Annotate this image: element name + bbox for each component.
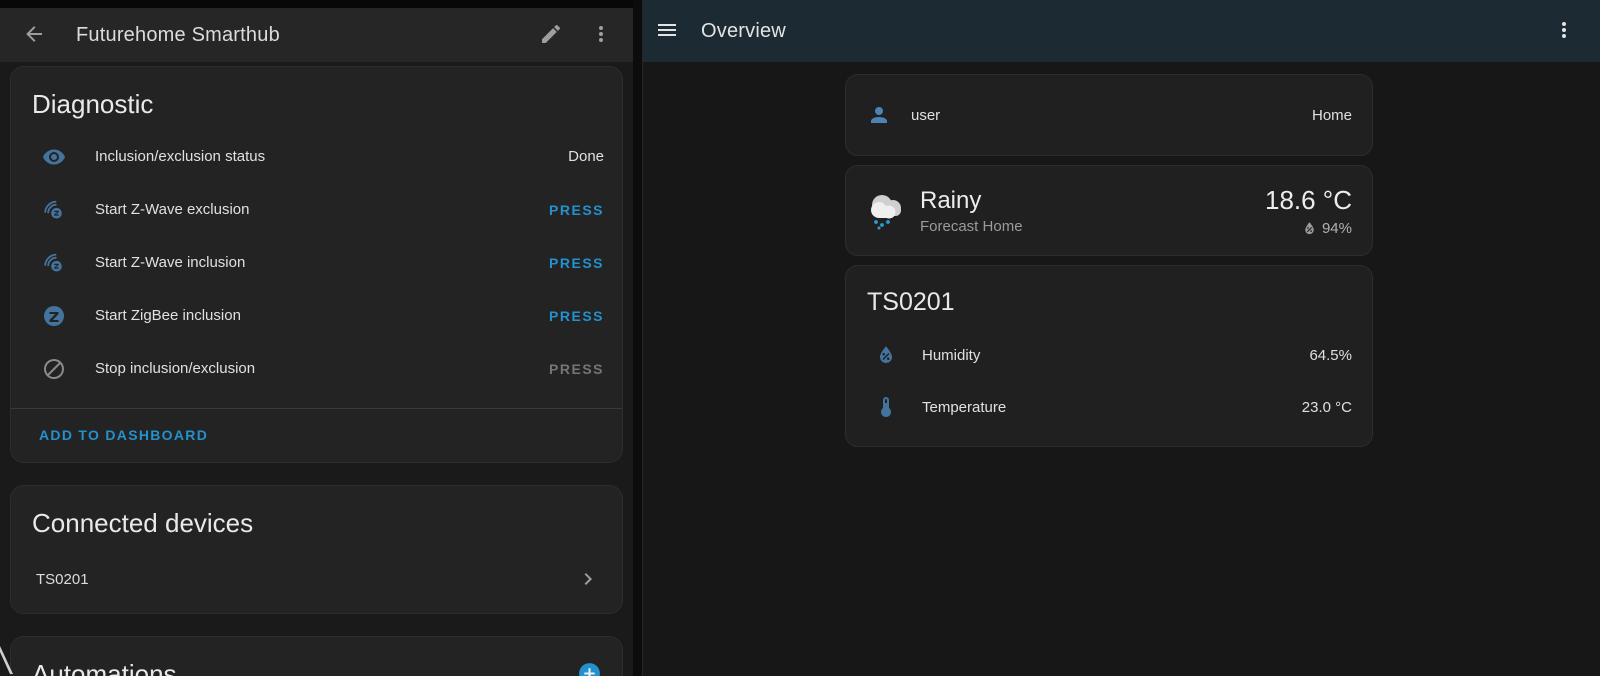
card-title: TS0201	[846, 266, 1372, 329]
ts0201-card: TS0201 Humidity 64.5% Temperature 2	[845, 265, 1373, 447]
kebab-menu-icon	[1552, 18, 1576, 42]
user-value: Home	[1312, 107, 1352, 124]
row-label: Humidity	[922, 347, 1309, 364]
status-bar	[0, 0, 633, 8]
automations-card: Automations	[10, 636, 623, 676]
row-label: Temperature	[922, 399, 1302, 416]
row-label: Start Z-Wave inclusion	[95, 254, 549, 271]
dashboard-overflow-button[interactable]	[1552, 18, 1576, 45]
dashboard-content: user Home	[643, 62, 1600, 676]
app-content: Diagnostic Inclusion/exclusion status Do…	[0, 62, 633, 676]
kebab-menu-icon	[589, 22, 613, 46]
row-zwave-inclusion: Start Z-Wave inclusion PRESS	[11, 236, 622, 289]
device-row-ts0201[interactable]: TS0201	[11, 551, 622, 607]
press-button-zwave-inclusion[interactable]: PRESS	[549, 255, 604, 271]
row-label: Start ZigBee inclusion	[95, 307, 549, 324]
row-label: Start Z-Wave exclusion	[95, 201, 549, 218]
add-automation-button[interactable]	[577, 661, 602, 676]
zigbee-icon	[42, 304, 66, 328]
diagnostic-rows: Inclusion/exclusion status Done	[11, 128, 622, 395]
user-label: user	[911, 107, 1312, 124]
weather-right: 18.6 °C 94%	[1265, 185, 1352, 237]
plus-circle-icon	[577, 661, 602, 676]
app-panel: Futurehome Smarthub Diagnostic	[0, 0, 633, 676]
weather-main: Rainy Forecast Home	[920, 187, 1265, 235]
edit-button[interactable]	[539, 22, 563, 49]
zwave-icon	[42, 198, 66, 222]
dashboard-panel: Overview user Home	[643, 0, 1600, 676]
row-value: 23.0 °C	[1302, 399, 1352, 416]
sidebar-toggle-button[interactable]	[655, 18, 679, 45]
pencil-icon	[539, 22, 563, 46]
screen: Futurehome Smarthub Diagnostic	[0, 0, 1600, 676]
dashboard-header: Overview	[643, 0, 1600, 62]
card-footer: ADD TO DASHBOARD	[11, 409, 622, 462]
arrow-left-icon	[22, 22, 46, 46]
connected-devices-card: Connected devices TS0201	[10, 485, 623, 614]
humidity-icon	[874, 343, 898, 367]
press-button-stop-inclusion[interactable]: PRESS	[549, 361, 604, 377]
automations-title-row: Automations	[11, 637, 622, 676]
weather-humidity-row: 94%	[1265, 220, 1352, 237]
person-icon	[867, 103, 891, 127]
row-zwave-exclusion: Start Z-Wave exclusion PRESS	[11, 183, 622, 236]
cancel-icon	[42, 357, 66, 381]
page-title: Futurehome Smarthub	[76, 24, 513, 47]
row-value: Done	[568, 148, 604, 165]
chevron-right-icon	[576, 567, 600, 591]
temperature-row[interactable]: Temperature 23.0 °C	[846, 381, 1372, 433]
user-card[interactable]: user Home	[845, 74, 1373, 156]
water-percent-icon	[1301, 220, 1318, 237]
thermometer-icon	[874, 395, 898, 419]
app-header: Futurehome Smarthub	[0, 8, 633, 62]
zwave-icon	[42, 251, 66, 275]
press-button-zwave-exclusion[interactable]: PRESS	[549, 202, 604, 218]
weather-temperature: 18.6 °C	[1265, 185, 1352, 216]
weather-humidity-value: 94%	[1322, 220, 1352, 237]
row-value: 64.5%	[1309, 347, 1352, 364]
row-stop-inclusion: Stop inclusion/exclusion PRESS	[11, 342, 622, 395]
press-button-zigbee-inclusion[interactable]: PRESS	[549, 308, 604, 324]
overflow-menu-button[interactable]	[589, 22, 613, 49]
diagnostic-card: Diagnostic Inclusion/exclusion status Do…	[10, 66, 623, 463]
card-title: Connected devices	[11, 486, 622, 547]
row-label: Inclusion/exclusion status	[95, 148, 568, 165]
device-name: TS0201	[36, 571, 576, 588]
card-title: Diagnostic	[11, 67, 622, 128]
panel-divider	[633, 0, 643, 676]
row-inclusion-status[interactable]: Inclusion/exclusion status Done	[11, 130, 622, 183]
add-to-dashboard-button[interactable]: ADD TO DASHBOARD	[39, 427, 208, 443]
hamburger-menu-icon	[655, 18, 679, 42]
card-title: Automations	[32, 659, 577, 676]
weather-condition: Rainy	[920, 187, 1265, 215]
weather-card[interactable]: Rainy Forecast Home 18.6 °C 94%	[845, 165, 1373, 256]
rainy-cloud-icon	[862, 189, 910, 233]
eye-icon	[42, 145, 66, 169]
row-zigbee-inclusion: Start ZigBee inclusion PRESS	[11, 289, 622, 342]
back-button[interactable]	[22, 22, 46, 49]
dashboard-title: Overview	[701, 20, 1526, 43]
weather-subtitle: Forecast Home	[920, 218, 1265, 235]
row-label: Stop inclusion/exclusion	[95, 360, 549, 377]
humidity-row[interactable]: Humidity 64.5%	[846, 329, 1372, 381]
card-column: user Home	[845, 74, 1373, 447]
